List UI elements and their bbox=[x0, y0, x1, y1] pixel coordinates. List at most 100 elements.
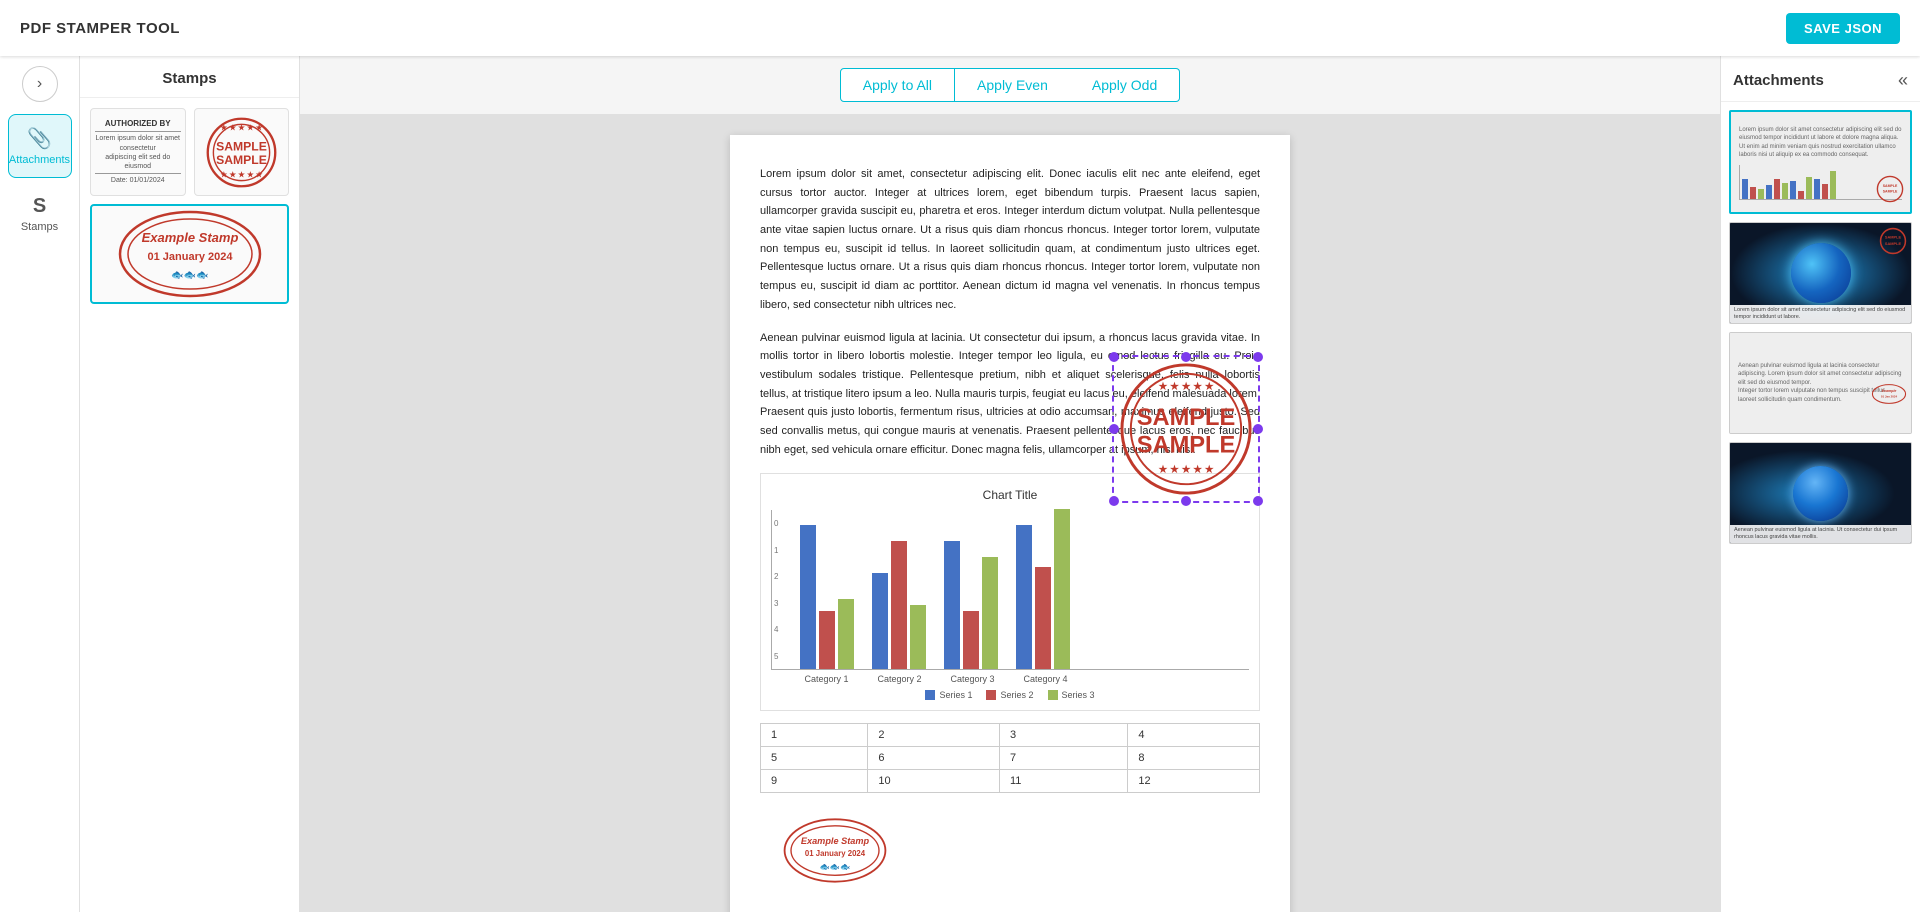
sidebar-item-attachments[interactable]: 📎 Attachments bbox=[8, 114, 72, 178]
cell-1-3: 3 bbox=[1000, 724, 1128, 747]
main-layout: › 📎 Attachments S Stamps Stamps AUTHORIZ… bbox=[0, 56, 1920, 912]
handle-mr[interactable] bbox=[1253, 424, 1263, 434]
bar-c1-s3 bbox=[838, 599, 854, 669]
legend-dot-2 bbox=[986, 690, 996, 700]
attachment-preview-3: Aenean pulvinar euismod ligula at lacini… bbox=[1730, 333, 1911, 433]
bar-c4-s1 bbox=[1016, 525, 1032, 669]
chart-group-1 bbox=[800, 525, 854, 669]
cell-2-4: 8 bbox=[1128, 747, 1260, 770]
cat-label-1: Category 1 bbox=[799, 674, 854, 684]
svg-text:Example Stamp: Example Stamp bbox=[801, 836, 870, 846]
cell-3-4: 12 bbox=[1128, 770, 1260, 793]
svg-text:SAMPLE: SAMPLE bbox=[216, 152, 267, 166]
cat-label-3: Category 3 bbox=[945, 674, 1000, 684]
handle-tm[interactable] bbox=[1181, 352, 1191, 362]
cell-1-2: 2 bbox=[868, 724, 1000, 747]
attachment-item-3[interactable]: Aenean pulvinar euismod ligula at lacini… bbox=[1729, 332, 1912, 434]
bar-c3-s3 bbox=[982, 557, 998, 669]
stamp-thumb-2[interactable]: ★ ★ ★ ★ ★ SAMPLE SAMPLE ★ ★ ★ ★ ★ bbox=[194, 108, 290, 196]
cell-2-2: 6 bbox=[868, 747, 1000, 770]
cell-1-1: 1 bbox=[761, 724, 868, 747]
legend-dot-1 bbox=[925, 690, 935, 700]
close-panel-button[interactable]: « bbox=[1898, 70, 1908, 91]
handle-br[interactable] bbox=[1253, 496, 1263, 506]
handle-tl[interactable] bbox=[1109, 352, 1119, 362]
y-axis-labels: 543210 bbox=[774, 510, 778, 669]
table-row-1: 1 2 3 4 bbox=[761, 724, 1260, 747]
chart-group-3 bbox=[944, 541, 998, 669]
legend-dot-3 bbox=[1048, 690, 1058, 700]
cell-2-3: 7 bbox=[1000, 747, 1128, 770]
right-panel: Attachments « Lorem ipsum dolor sit amet… bbox=[1720, 56, 1920, 912]
svg-text:Example: Example bbox=[1882, 389, 1897, 393]
apply-all-button[interactable]: Apply to All bbox=[840, 68, 955, 102]
legend-label-3: Series 3 bbox=[1062, 690, 1095, 700]
svg-text:★ ★ ★ ★ ★: ★ ★ ★ ★ ★ bbox=[1158, 382, 1213, 393]
pdf-scroll[interactable]: Lorem ipsum dolor sit amet, consectetur … bbox=[300, 115, 1720, 912]
svg-text:01 January 2024: 01 January 2024 bbox=[147, 251, 233, 263]
sidebar-item-attachments-label: Attachments bbox=[9, 154, 70, 166]
bottom-stamp: Example Stamp 01 January 2024 🐟🐟🐟 bbox=[760, 805, 1260, 888]
attachment-item-4[interactable]: Aenean pulvinar euismod ligula at lacini… bbox=[1729, 442, 1912, 544]
svg-text:Example Stamp: Example Stamp bbox=[141, 230, 238, 245]
stamps-icon: S bbox=[33, 195, 46, 218]
cell-3-2: 10 bbox=[868, 770, 1000, 793]
svg-text:SAMPLE: SAMPLE bbox=[1883, 184, 1898, 188]
attachment-list: Lorem ipsum dolor sit amet consectetur a… bbox=[1721, 102, 1920, 912]
bar-c2-s2 bbox=[891, 541, 907, 669]
attachment-item-2[interactable]: SAMPLE SAMPLE Lorem ipsum dolor sit amet… bbox=[1729, 222, 1912, 324]
topbar: PDF STAMPER TOOL SAVE JSON bbox=[0, 0, 1920, 56]
handle-ml[interactable] bbox=[1109, 424, 1119, 434]
legend-label-2: Series 2 bbox=[1000, 690, 1033, 700]
attachments-icon: 📎 bbox=[27, 126, 52, 151]
cat-label-2: Category 2 bbox=[872, 674, 927, 684]
data-table: 1 2 3 4 5 6 7 8 9 10 bbox=[760, 723, 1260, 793]
svg-text:★ ★ ★ ★ ★: ★ ★ ★ ★ ★ bbox=[1158, 464, 1213, 475]
stamp-thumb-3[interactable]: Example Stamp 01 January 2024 🐟🐟🐟 bbox=[90, 204, 289, 304]
svg-text:01 Jan 2024: 01 Jan 2024 bbox=[1881, 395, 1898, 399]
cell-3-1: 9 bbox=[761, 770, 868, 793]
handle-bm[interactable] bbox=[1181, 496, 1191, 506]
sidebar-item-stamps-label: Stamps bbox=[21, 221, 58, 233]
legend-series1: Series 1 bbox=[925, 690, 972, 700]
bar-c1-s1 bbox=[800, 525, 816, 669]
attachment-preview-4: Aenean pulvinar euismod ligula at lacini… bbox=[1730, 443, 1911, 543]
attachment-preview-1: Lorem ipsum dolor sit amet consectetur a… bbox=[1731, 112, 1910, 212]
save-json-button[interactable]: SAVE JSON bbox=[1786, 13, 1900, 44]
table-row-2: 5 6 7 8 bbox=[761, 747, 1260, 770]
chart-group-4 bbox=[1016, 509, 1070, 669]
handle-bl[interactable] bbox=[1109, 496, 1119, 506]
stamps-panel: Stamps AUTHORIZED BY Lorem ipsum dolor s… bbox=[80, 56, 300, 912]
svg-text:SAMPLE: SAMPLE bbox=[1885, 235, 1902, 240]
chart-legend: Series 1 Series 2 Series 3 bbox=[771, 690, 1249, 700]
sidebar-item-stamps[interactable]: S Stamps bbox=[8, 182, 72, 246]
bar-c3-s2 bbox=[963, 611, 979, 669]
svg-text:SAMPLE: SAMPLE bbox=[1885, 241, 1902, 246]
app-title: PDF STAMPER TOOL bbox=[20, 20, 180, 37]
right-panel-header: Attachments « bbox=[1721, 56, 1920, 102]
stamp-thumb-1[interactable]: AUTHORIZED BY Lorem ipsum dolor sit amet… bbox=[90, 108, 186, 196]
bar-c2-s1 bbox=[872, 573, 888, 669]
left-sidebar: › 📎 Attachments S Stamps bbox=[0, 56, 80, 912]
apply-even-button[interactable]: Apply Even bbox=[955, 68, 1070, 102]
cat-label-4: Category 4 bbox=[1018, 674, 1073, 684]
body-text-1: Lorem ipsum dolor sit amet, consectetur … bbox=[760, 165, 1260, 315]
legend-label-1: Series 1 bbox=[939, 690, 972, 700]
stamp-overlay[interactable]: ★ ★ ★ ★ ★ SAMPLE SAMPLE ★ ★ ★ ★ ★ bbox=[1112, 355, 1260, 503]
bar-c4-s3 bbox=[1054, 509, 1070, 669]
svg-text:🐟🐟🐟: 🐟🐟🐟 bbox=[171, 270, 208, 281]
cell-3-3: 11 bbox=[1000, 770, 1128, 793]
legend-series2: Series 2 bbox=[986, 690, 1033, 700]
bar-c3-s1 bbox=[944, 541, 960, 669]
sidebar-toggle-button[interactable]: › bbox=[22, 66, 58, 102]
table-row-3: 9 10 11 12 bbox=[761, 770, 1260, 793]
attachment-preview-2: SAMPLE SAMPLE Lorem ipsum dolor sit amet… bbox=[1730, 223, 1911, 323]
chart-container: Chart Title 543210 bbox=[760, 473, 1260, 711]
svg-text:★ ★ ★ ★ ★: ★ ★ ★ ★ ★ bbox=[220, 169, 263, 178]
apply-toolbar: Apply to All Apply Even Apply Odd bbox=[300, 56, 1720, 115]
svg-text:SAMPLE: SAMPLE bbox=[1137, 433, 1236, 459]
attachment-item-1[interactable]: Lorem ipsum dolor sit amet consectetur a… bbox=[1729, 110, 1912, 214]
apply-odd-button[interactable]: Apply Odd bbox=[1070, 68, 1180, 102]
handle-tr[interactable] bbox=[1253, 352, 1263, 362]
svg-text:SAMPLE: SAMPLE bbox=[1883, 190, 1898, 194]
